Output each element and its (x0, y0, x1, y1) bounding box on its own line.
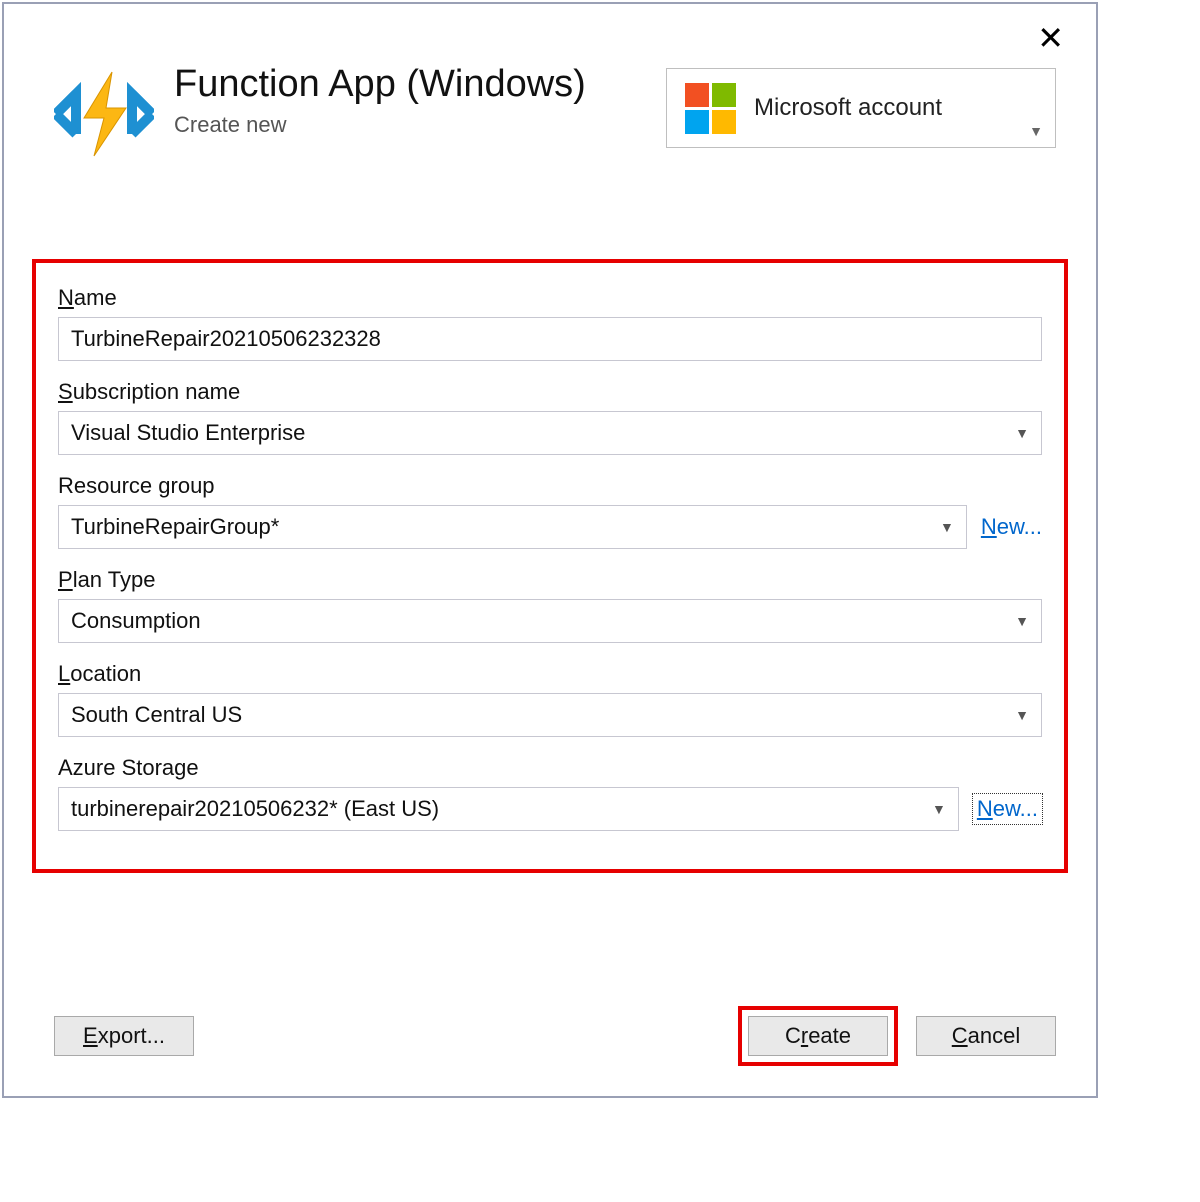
resource-group-select[interactable]: TurbineRepairGroup* ▼ (58, 505, 967, 549)
chevron-down-icon: ▼ (1015, 613, 1029, 629)
chevron-down-icon: ▼ (1029, 123, 1043, 139)
storage-select[interactable]: turbinerepair20210506232* (East US) ▼ (58, 787, 959, 831)
chevron-down-icon: ▼ (940, 519, 954, 535)
cancel-button[interactable]: Cancel (916, 1016, 1056, 1056)
chevron-down-icon: ▼ (1015, 425, 1029, 441)
export-button[interactable]: Export... (54, 1016, 194, 1056)
chevron-down-icon: ▼ (1015, 707, 1029, 723)
resource-group-label: Resource group (58, 473, 1042, 499)
subscription-select[interactable]: Visual Studio Enterprise ▼ (58, 411, 1042, 455)
resource-group-value: TurbineRepairGroup* (71, 514, 279, 540)
storage-value: turbinerepair20210506232* (East US) (71, 796, 439, 822)
plan-type-value: Consumption (71, 608, 201, 634)
dialog-window: ✕ Function App (Windows) Create new Micr… (2, 2, 1098, 1098)
account-label: Microsoft account (754, 94, 942, 122)
close-icon[interactable]: ✕ (1037, 22, 1064, 54)
plan-type-select[interactable]: Consumption ▼ (58, 599, 1042, 643)
location-label: Location (58, 661, 1042, 687)
resource-group-new-link[interactable]: New... (981, 514, 1042, 540)
dialog-footer: Export... Create Cancel (4, 1006, 1096, 1066)
page-subtitle: Create new (174, 112, 666, 138)
create-button[interactable]: Create (748, 1016, 888, 1056)
subscription-label: Subscription name (58, 379, 1042, 405)
dialog-header: Function App (Windows) Create new Micros… (4, 4, 1096, 179)
chevron-down-icon: ▼ (932, 801, 946, 817)
page-title: Function App (Windows) (174, 64, 666, 106)
location-select[interactable]: South Central US ▼ (58, 693, 1042, 737)
name-input[interactable] (58, 317, 1042, 361)
plan-type-label: Plan Type (58, 567, 1042, 593)
storage-new-link[interactable]: New... (973, 794, 1042, 824)
microsoft-logo-icon (685, 83, 736, 134)
location-value: South Central US (71, 702, 242, 728)
azure-functions-icon (54, 64, 154, 169)
create-highlight: Create (738, 1006, 898, 1066)
subscription-value: Visual Studio Enterprise (71, 420, 305, 446)
name-label: Name (58, 285, 1042, 311)
form-container: Name Subscription name Visual Studio Ent… (32, 259, 1068, 873)
account-selector[interactable]: Microsoft account ▼ (666, 68, 1056, 148)
storage-label: Azure Storage (58, 755, 1042, 781)
